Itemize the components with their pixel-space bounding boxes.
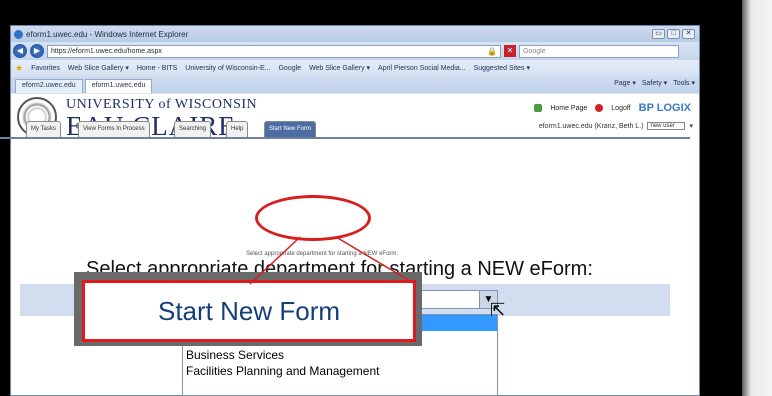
callout-line (249, 236, 301, 285)
callout-line (335, 236, 416, 285)
callout-lines (249, 236, 416, 285)
